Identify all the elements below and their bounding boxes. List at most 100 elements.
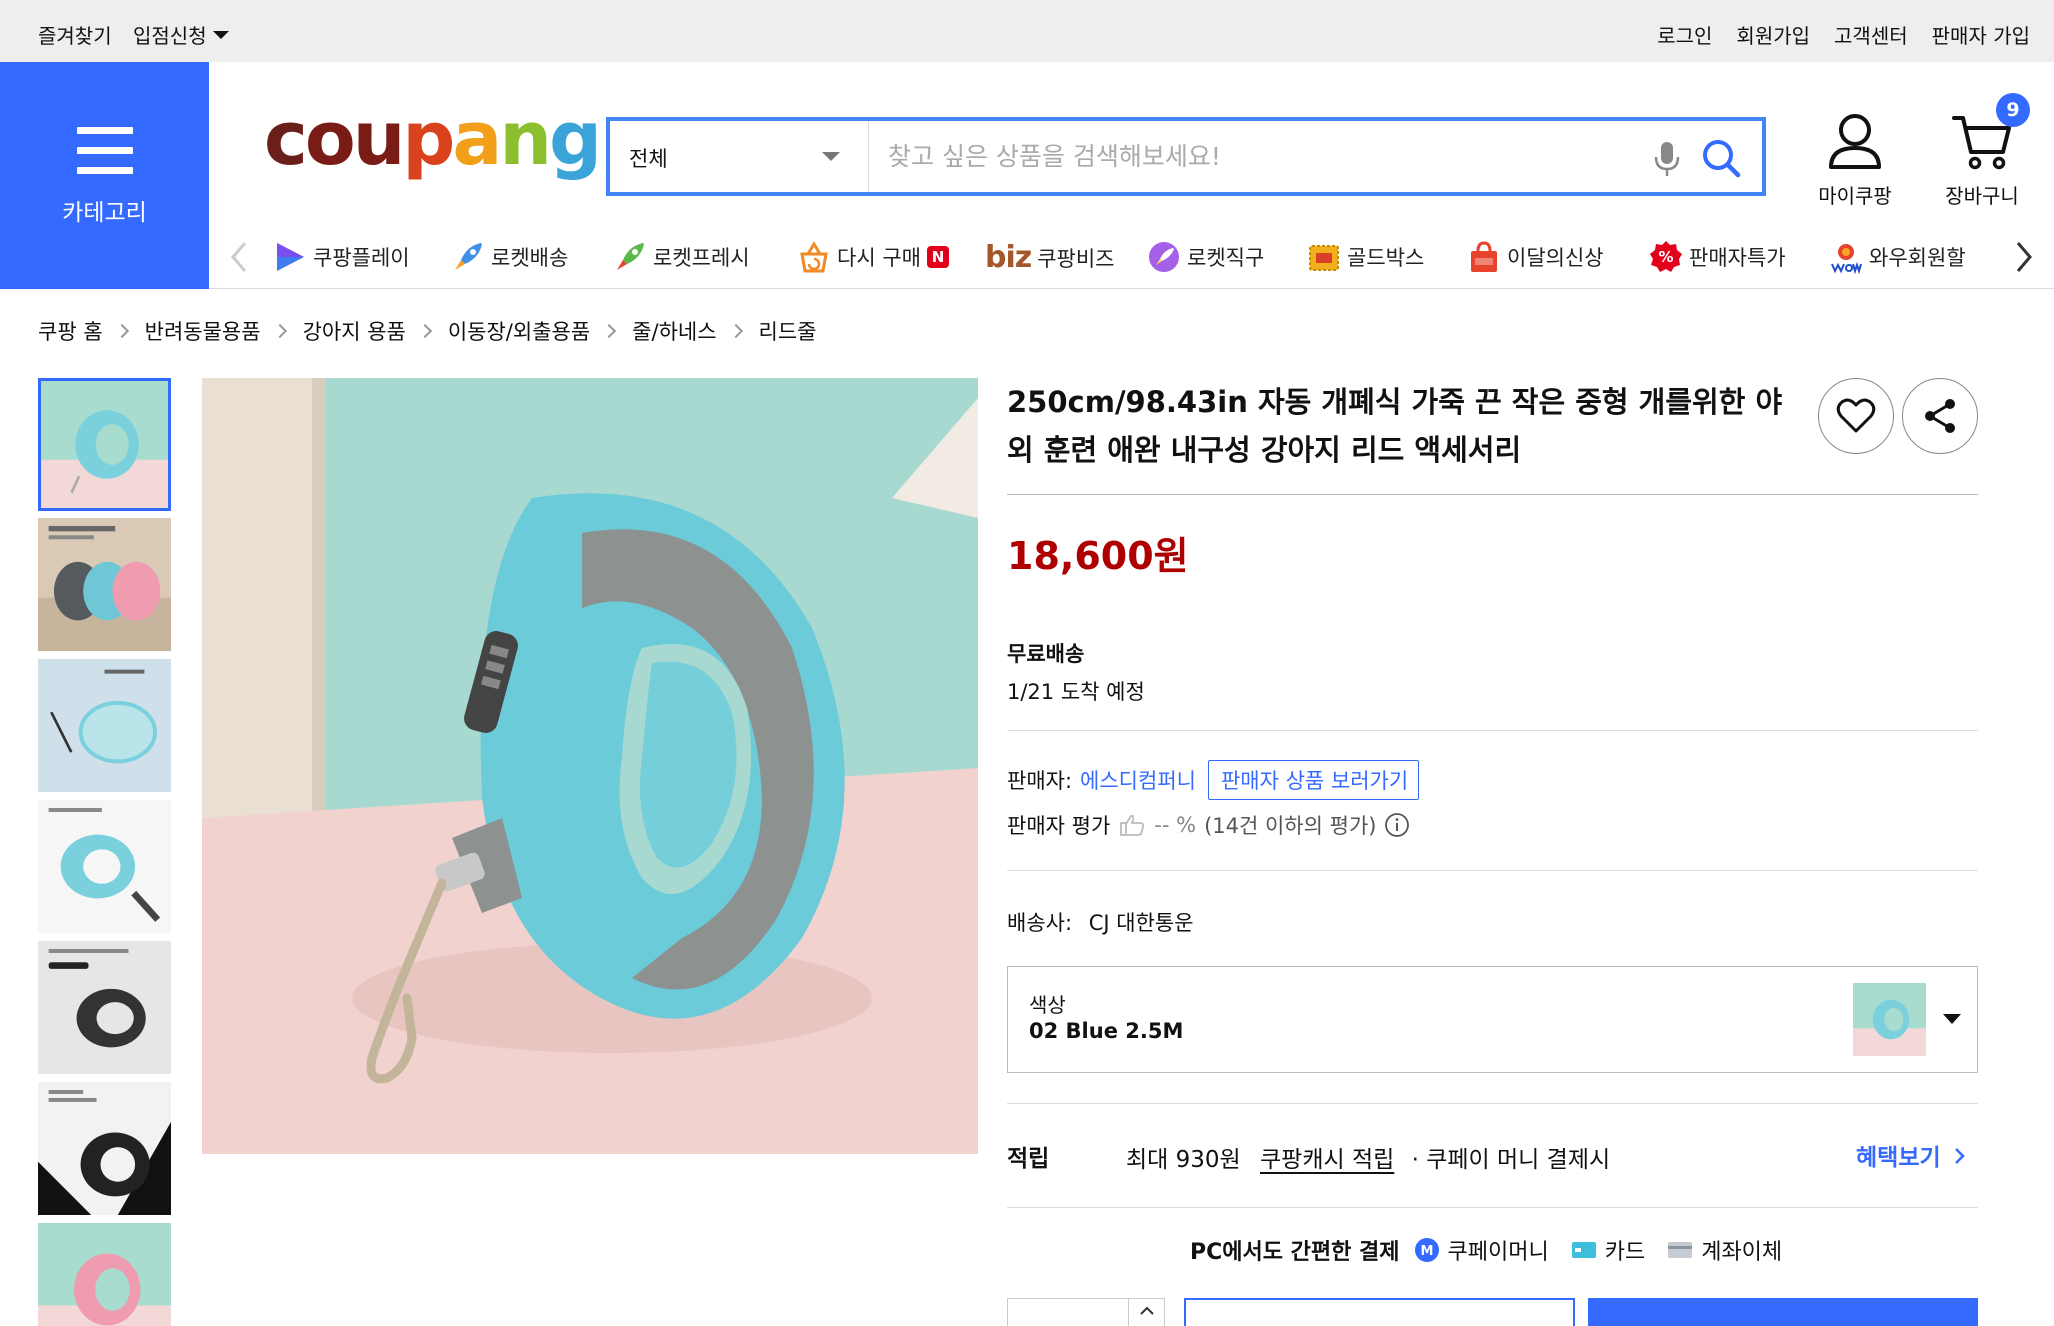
product-thumbnail[interactable] [38,659,171,792]
bookmark-link[interactable]: 즐겨찾기 [38,20,112,49]
info-icon[interactable] [1384,812,1410,838]
nav-item-rocket-fresh[interactable]: 로켓프레시 [613,240,750,274]
category-menu-button[interactable]: 카테고리 [0,62,209,289]
coupang-cash-link[interactable]: 쿠팡캐시 적립 [1260,1147,1394,1173]
services-nav: 쿠팡플레이 로켓배송 로켓프레시 다시 구매 N biz 쿠팡비즈 로켓직구 골… [209,226,2054,289]
payment-title: PC에서도 간편한 결제 [1190,1240,1400,1265]
benefit-link[interactable]: 혜택보기 [1856,1138,1965,1172]
seller-signup-link[interactable]: 판매자 가입 [1932,20,2030,49]
nav-item-label: 다시 구매 [837,246,921,270]
chevron-up-icon [1140,1306,1154,1315]
nav-item-label: 로켓프레시 [653,246,750,270]
customer-center-link[interactable]: 고객센터 [1834,20,1908,49]
nav-item-goldbox[interactable]: 골드박스 [1307,240,1424,274]
login-link[interactable]: 로그인 [1657,20,1712,49]
quantity-increase-button[interactable] [1128,1299,1165,1326]
main-product-image[interactable] [202,378,978,1154]
breadcrumb-item[interactable]: 강아지 용품 [303,316,406,346]
microphone-icon[interactable] [1650,139,1684,179]
chevron-right-icon [602,323,617,339]
chevron-right-icon[interactable] [2014,240,2034,274]
nav-item-label: 로켓배송 [491,246,569,270]
shipping-label: 무료배송 [1007,642,1085,666]
product-thumbnail[interactable] [38,1223,171,1326]
store-apply-dropdown[interactable]: 입점신청 [133,20,229,49]
signup-link[interactable]: 회원가입 [1736,20,1810,49]
quantity-stepper[interactable] [1007,1298,1165,1326]
chevron-left-icon[interactable] [229,240,249,274]
add-to-cart-button[interactable] [1184,1298,1575,1326]
nav-item-rocket-global[interactable]: 로켓직구 [1147,240,1264,274]
bank-transfer-icon [1668,1242,1693,1258]
chevron-right-icon [114,323,129,339]
discount-badge-icon: % [1650,241,1682,272]
nav-item-coupang-play[interactable]: 쿠팡플레이 [273,240,410,274]
leash-black-thumbnail-image [38,1082,171,1215]
leash-colors-thumbnail-image [38,518,171,651]
logo-letter: n [499,96,552,182]
cart-button[interactable]: 9 장바구니 [1930,93,2034,209]
thumbs-up-icon [1120,814,1145,836]
seller-name-link[interactable]: 에스디컴퍼니 [1080,765,1196,795]
color-option-select[interactable]: 색상 02 Blue 2.5M [1007,966,1978,1073]
product-price: 18,600원 [1007,534,1189,578]
breadcrumb-item[interactable]: 리드줄 [759,316,817,346]
coupang-logo[interactable]: coupang [264,96,602,182]
nav-item-rebuy[interactable]: 다시 구매 N [797,240,949,274]
chevron-down-icon [822,152,840,161]
leash-option-image [1853,983,1926,1056]
category-label: 카테고리 [62,200,147,226]
search-input[interactable] [870,121,1630,192]
breadcrumb-item[interactable]: 쿠팡 홈 [38,316,103,346]
reward-text: 최대 930원 쿠팡캐시 적립 · 쿠페이 머니 결제시 [1126,1140,1610,1174]
share-icon [1925,399,1955,433]
option-label: 색상 [1029,993,1066,1017]
product-thumbnail[interactable] [38,518,171,651]
nav-item-rocket-delivery[interactable]: 로켓배송 [451,240,568,274]
rocket-icon [455,243,482,270]
payment-method-label: 카드 [1604,1240,1646,1265]
option-thumbnail [1853,983,1926,1056]
nav-item-wow[interactable]: 와우회원할 [1829,240,1979,274]
chevron-right-icon [1954,1148,1965,1164]
nav-item-label: 판매자특가 [1689,246,1786,270]
product-thumbnail[interactable] [38,378,171,511]
search-category-select[interactable]: 전체 [610,121,869,192]
breadcrumb-item[interactable]: 줄/하네스 [632,316,716,346]
breadcrumb-item[interactable]: 반려동물용품 [145,316,261,346]
rocket-icon [617,243,644,270]
product-thumbnail[interactable] [38,941,171,1074]
breadcrumb: 쿠팡 홈 반려동물용품 강아지 용품 이동장/외출용품 줄/하네스 리드줄 [38,316,817,346]
nav-item-biz[interactable]: biz 쿠팡비즈 [985,240,1115,275]
product-thumbnail[interactable] [38,1082,171,1215]
buy-now-button[interactable] [1588,1298,1978,1326]
chevron-right-icon [417,323,432,339]
coupay-money-icon: M [1414,1238,1439,1262]
share-button[interactable] [1902,378,1978,454]
divider [1007,494,1978,495]
nav-item-new-arrivals[interactable]: 이달의신상 [1467,240,1604,274]
seller-row: 판매자: 에스디컴퍼니 판매자 상품 보러가기 [1007,760,1420,800]
biz-icon: biz [985,240,1032,275]
reward-max: 최대 930원 [1126,1147,1241,1173]
mycoupang-button[interactable]: 마이쿠팡 [1800,110,1910,209]
new-badge: N [926,246,949,268]
payment-method-label: 계좌이체 [1701,1240,1783,1265]
chevron-right-icon [272,323,287,339]
reward-title: 적립 [1007,1146,1050,1172]
breadcrumb-item[interactable]: 이동장/외출용품 [448,316,590,346]
seller-products-button[interactable]: 판매자 상품 보러가기 [1207,760,1420,800]
seller-rating-value: -- % [1154,813,1197,837]
basket-icon [800,241,828,273]
search-icon[interactable] [1700,137,1742,179]
carrier-label: 배송사: [1007,911,1073,935]
logo-letter: g [549,96,602,182]
seller-rating-label: 판매자 평가 [1007,814,1111,838]
nav-item-label: 와우회원할 [1869,246,1966,270]
nav-item-label: 쿠팡비즈 [1037,246,1115,271]
wishlist-button[interactable] [1818,378,1894,454]
svg-text:M: M [1420,1244,1433,1259]
product-thumbnail[interactable] [38,800,171,933]
user-icon [1829,114,1881,169]
nav-item-seller-deal[interactable]: % 판매자특가 [1649,240,1786,274]
